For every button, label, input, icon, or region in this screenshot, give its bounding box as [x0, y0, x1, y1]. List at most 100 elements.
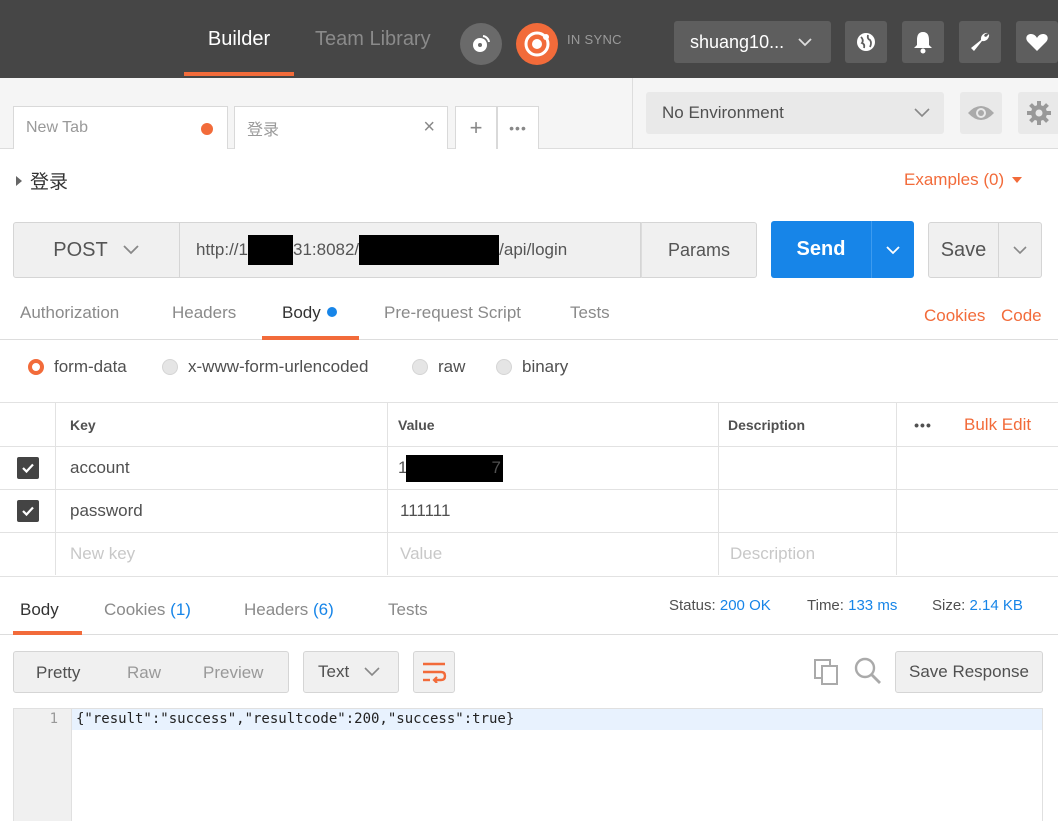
- cookies-link[interactable]: Cookies: [924, 306, 985, 326]
- support-button[interactable]: [1016, 21, 1058, 63]
- params-button[interactable]: Params: [641, 222, 757, 278]
- eye-icon: [968, 106, 994, 120]
- new-key-input[interactable]: New key: [56, 533, 388, 575]
- time-label: Time:: [807, 597, 844, 614]
- view-pretty-button[interactable]: Pretty: [36, 663, 80, 683]
- tab-new-tab[interactable]: New Tab: [13, 106, 228, 149]
- sync-status-text: IN SYNC: [567, 32, 622, 47]
- check-icon: [21, 506, 34, 517]
- tab-label: Headers: [244, 600, 309, 619]
- table-row: password 111111: [0, 489, 1058, 532]
- add-tab-button[interactable]: +: [455, 106, 497, 149]
- url-suffix: /api/login: [499, 240, 568, 259]
- request-sections-tabs: Authorization Headers Body Pre-request S…: [0, 293, 1058, 340]
- radio-raw[interactable]: raw: [412, 357, 465, 377]
- view-preview-button[interactable]: Preview: [203, 663, 263, 683]
- radio-label: binary: [522, 357, 569, 376]
- request-name[interactable]: 登录: [16, 167, 68, 194]
- heart-icon: [1026, 34, 1048, 51]
- copy-icon[interactable]: [813, 658, 839, 686]
- notifications-button[interactable]: [902, 21, 944, 63]
- form-data-table: Key Value Description ••• Bulk Edit acco…: [0, 402, 1058, 575]
- column-options-button[interactable]: •••: [897, 403, 949, 446]
- format-label: Text: [318, 662, 350, 681]
- tab-login[interactable]: 登录 ×: [234, 106, 448, 149]
- environment-select[interactable]: No Environment: [646, 92, 944, 134]
- save-response-button[interactable]: Save Response: [895, 651, 1043, 693]
- response-tab-headers[interactable]: Headers (6): [244, 600, 334, 620]
- sync-button[interactable]: [516, 23, 558, 65]
- response-tab-cookies[interactable]: Cookies (1): [104, 600, 191, 620]
- unsaved-dot-icon: [201, 123, 213, 135]
- body-type-selector: form-data x-www-form-urlencoded raw bina…: [0, 340, 1058, 402]
- check-icon: [21, 463, 34, 474]
- modified-dot-icon: [326, 307, 337, 317]
- url-input[interactable]: http://1 31:8082/ /api/login: [180, 222, 641, 278]
- table-row-new: New key Value Description: [0, 532, 1058, 575]
- globe-button[interactable]: [845, 21, 887, 63]
- radio-label: x-www-form-urlencoded: [188, 357, 369, 376]
- user-dropdown[interactable]: shuang10...: [674, 21, 831, 63]
- wrap-lines-button[interactable]: [413, 651, 455, 693]
- checkbox[interactable]: [16, 500, 39, 522]
- radio-binary[interactable]: binary: [496, 357, 568, 377]
- value-input[interactable]: 111111: [388, 490, 719, 532]
- response-tab-body[interactable]: Body: [20, 600, 59, 620]
- response-body-editor[interactable]: 1 {"result":"success","resultcode":200,"…: [13, 708, 1043, 821]
- radio-unchecked-icon: [496, 359, 512, 375]
- tab-body-label: Body: [282, 303, 321, 322]
- examples-label: Examples (0): [904, 170, 1005, 189]
- chevron-down-icon: [1013, 246, 1027, 255]
- checkbox[interactable]: [16, 457, 39, 479]
- send-options-button[interactable]: [871, 221, 914, 278]
- app-header: Builder Team Library IN SYNC shuang10...: [0, 0, 1058, 78]
- table-row: account 1 7: [0, 446, 1058, 489]
- column-header-description: Description: [719, 403, 897, 446]
- method-select[interactable]: POST: [13, 222, 180, 278]
- new-value-input[interactable]: Value: [388, 533, 719, 575]
- radio-unchecked-icon: [412, 359, 428, 375]
- value-input[interactable]: 1 7: [388, 447, 719, 489]
- settings-button[interactable]: [959, 21, 1001, 63]
- chevron-down-icon: [886, 245, 900, 254]
- response-format-select[interactable]: Text: [303, 651, 399, 693]
- nav-team-library-tab[interactable]: Team Library: [315, 0, 431, 78]
- description-input[interactable]: [719, 490, 897, 532]
- examples-dropdown[interactable]: Examples (0): [904, 170, 1023, 190]
- key-input[interactable]: password: [56, 490, 388, 532]
- table-header-row: Key Value Description ••• Bulk Edit: [0, 402, 1058, 446]
- bulk-edit-link[interactable]: Bulk Edit: [949, 403, 1058, 446]
- description-input[interactable]: [719, 447, 897, 489]
- save-options-button[interactable]: [999, 222, 1042, 278]
- more-tabs-button[interactable]: •••: [497, 106, 539, 149]
- interceptor-button[interactable]: [460, 23, 502, 65]
- search-icon[interactable]: [853, 656, 883, 686]
- gear-icon: [1027, 101, 1051, 125]
- send-button[interactable]: Send: [771, 221, 871, 278]
- response-tab-tests[interactable]: Tests: [388, 600, 428, 620]
- response-tabs: Body Cookies (1) Headers (6) Tests Statu…: [0, 577, 1058, 635]
- tab-authorization[interactable]: Authorization: [20, 303, 119, 323]
- tab-headers[interactable]: Headers: [172, 303, 236, 323]
- tab-body[interactable]: Body: [282, 303, 337, 323]
- manage-environments-button[interactable]: [1018, 92, 1058, 134]
- view-raw-button[interactable]: Raw: [127, 663, 161, 683]
- radio-form-data[interactable]: form-data: [28, 357, 127, 377]
- nav-builder-tab[interactable]: Builder: [184, 0, 294, 78]
- code-link[interactable]: Code: [1001, 306, 1042, 326]
- radio-urlencoded[interactable]: x-www-form-urlencoded: [162, 357, 368, 377]
- bell-icon: [914, 32, 932, 54]
- new-description-input[interactable]: Description: [719, 533, 897, 575]
- radio-unchecked-icon: [162, 359, 178, 375]
- environment-quick-look-button[interactable]: [960, 92, 1002, 134]
- tab-label: Cookies: [104, 600, 166, 619]
- row-checkbox-cell: [0, 533, 56, 575]
- tab-pre-request-script[interactable]: Pre-request Script: [384, 303, 521, 323]
- chevron-down-icon: [914, 108, 930, 118]
- tab-tests[interactable]: Tests: [570, 303, 610, 323]
- close-icon[interactable]: ×: [423, 116, 435, 139]
- redacted-block: [406, 454, 504, 482]
- save-button[interactable]: Save: [928, 222, 999, 278]
- line-number: 1: [49, 711, 58, 727]
- key-input[interactable]: account: [56, 447, 388, 489]
